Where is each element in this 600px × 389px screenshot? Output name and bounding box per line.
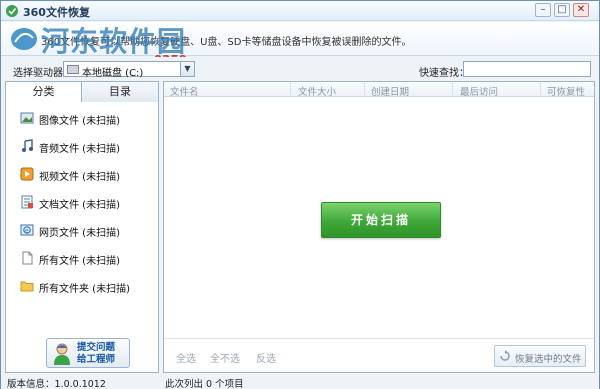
title-bar: 360文件恢复 – □ ✕	[1, 1, 599, 21]
category-label: 音频文件 (未扫描)	[39, 144, 120, 155]
category-item-audio[interactable]: 音频文件 (未扫描)	[6, 132, 158, 160]
category-item-all-folders[interactable]: 所有文件夹 (未扫描)	[6, 272, 158, 300]
drive-selected-value: 本地磁盘 (C:)	[82, 68, 144, 79]
start-scan-button[interactable]: 开始扫描	[321, 202, 441, 238]
search-label: 快速查找：	[419, 68, 469, 79]
version-number: 1.0.0.1012	[54, 379, 106, 389]
webpage-icon: e	[20, 224, 34, 236]
category-list: 图像文件 (未扫描) 音频文件 (未扫描) 视频文件 (未扫描) 文档文件 (未…	[6, 104, 158, 300]
category-label: 图像文件 (未扫描)	[39, 116, 120, 127]
header-banner: 360文件恢复可以帮助您恢复硬盘、U盘、SD卡等储盘设备中恢复被误删除的文件。 …	[1, 22, 599, 56]
file-list-header: 文件名 文件大小 创建日期 最后访问 可恢复性	[164, 82, 594, 98]
tab-directory[interactable]: 目录	[82, 82, 158, 102]
close-button[interactable]: ✕	[573, 3, 589, 17]
folder-icon	[20, 281, 34, 292]
support-button-label: 提交问题 给工程师	[77, 342, 115, 366]
support-line-2: 给工程师	[77, 354, 116, 365]
drive-select[interactable]: 本地磁盘 (C:) ▼	[63, 61, 195, 79]
category-label: 网页文件 (未扫描)	[39, 228, 120, 239]
brand-logo-icon	[11, 28, 37, 50]
category-item-documents[interactable]: 文档文件 (未扫描)	[6, 188, 158, 216]
status-bar: 版本信息：1.0.0.1012 此次列出 0 个项目	[1, 375, 599, 389]
category-item-video[interactable]: 视频文件 (未扫描)	[6, 160, 158, 188]
tab-category[interactable]: 分类	[6, 82, 82, 102]
app-window: 360文件恢复 – □ ✕ 360文件恢复可以帮助您恢复硬盘、U盘、SD卡等储盘…	[0, 0, 600, 389]
column-divider[interactable]	[290, 83, 291, 95]
window-title: 360文件恢复	[23, 6, 90, 19]
version-info: 版本信息：1.0.0.1012	[7, 376, 106, 389]
file-icon	[22, 251, 33, 265]
drive-toolbar: 选择驱动器： 本地磁盘 (C:) ▼ 快速查找：	[1, 57, 599, 81]
chevron-down-icon[interactable]: ▼	[180, 62, 194, 76]
category-item-images[interactable]: 图像文件 (未扫描)	[6, 104, 158, 132]
minimize-button[interactable]: –	[535, 3, 551, 17]
column-divider[interactable]	[452, 83, 453, 95]
column-header-filename[interactable]: 文件名	[170, 84, 199, 98]
music-icon	[22, 139, 33, 152]
video-icon	[20, 167, 34, 181]
category-item-all-files[interactable]: 所有文件 (未扫描)	[6, 244, 158, 272]
panel-tabs: 分类 目录	[6, 82, 158, 102]
list-count: 此次列出 0 个项目	[165, 379, 244, 389]
category-item-webpages[interactable]: e 网页文件 (未扫描)	[6, 216, 158, 244]
search-input[interactable]	[463, 61, 591, 77]
select-none-link[interactable]: 全不选	[210, 350, 240, 365]
category-panel: 分类 目录 图像文件 (未扫描) 音频文件 (未扫描) 视频文件 (未扫描) 文…	[5, 81, 159, 373]
column-header-created[interactable]: 创建日期	[371, 84, 409, 98]
recover-button-label: 恢复选中的文件	[515, 354, 582, 365]
document-icon	[21, 195, 33, 209]
category-label: 文档文件 (未扫描)	[39, 200, 120, 211]
file-list-panel: 文件名 文件大小 创建日期 最后访问 可恢复性 开始扫描 全选 全不选 反选 恢…	[163, 81, 595, 373]
category-label: 视频文件 (未扫描)	[39, 172, 120, 183]
category-label: 所有文件 (未扫描)	[39, 256, 120, 267]
column-header-last-access[interactable]: 最后访问	[460, 84, 498, 98]
engineer-avatar-icon	[54, 343, 70, 365]
support-line-1: 提交问题	[77, 342, 116, 353]
watermark-title: 河东软件园	[41, 25, 187, 56]
maximize-button[interactable]: □	[554, 3, 570, 17]
column-header-recoverability[interactable]: 可恢复性	[547, 84, 585, 98]
recover-selected-button[interactable]: 恢复选中的文件	[494, 345, 586, 367]
image-icon	[20, 112, 34, 124]
disk-drive-icon	[67, 65, 79, 74]
app-logo-icon	[6, 5, 18, 17]
column-header-size[interactable]: 文件大小	[298, 84, 336, 98]
submit-issue-button[interactable]: 提交问题 给工程师	[46, 338, 130, 368]
invert-selection-link[interactable]: 反选	[256, 350, 276, 365]
column-divider[interactable]	[540, 83, 541, 95]
recover-icon	[500, 350, 510, 361]
category-label: 所有文件夹 (未扫描)	[39, 284, 130, 295]
svg-text:e: e	[25, 228, 29, 235]
selection-bar: 全选 全不选 反选 恢复选中的文件	[164, 338, 594, 372]
select-all-link[interactable]: 全选	[176, 350, 196, 365]
column-divider[interactable]	[364, 83, 365, 95]
version-label: 版本信息：	[7, 379, 55, 389]
